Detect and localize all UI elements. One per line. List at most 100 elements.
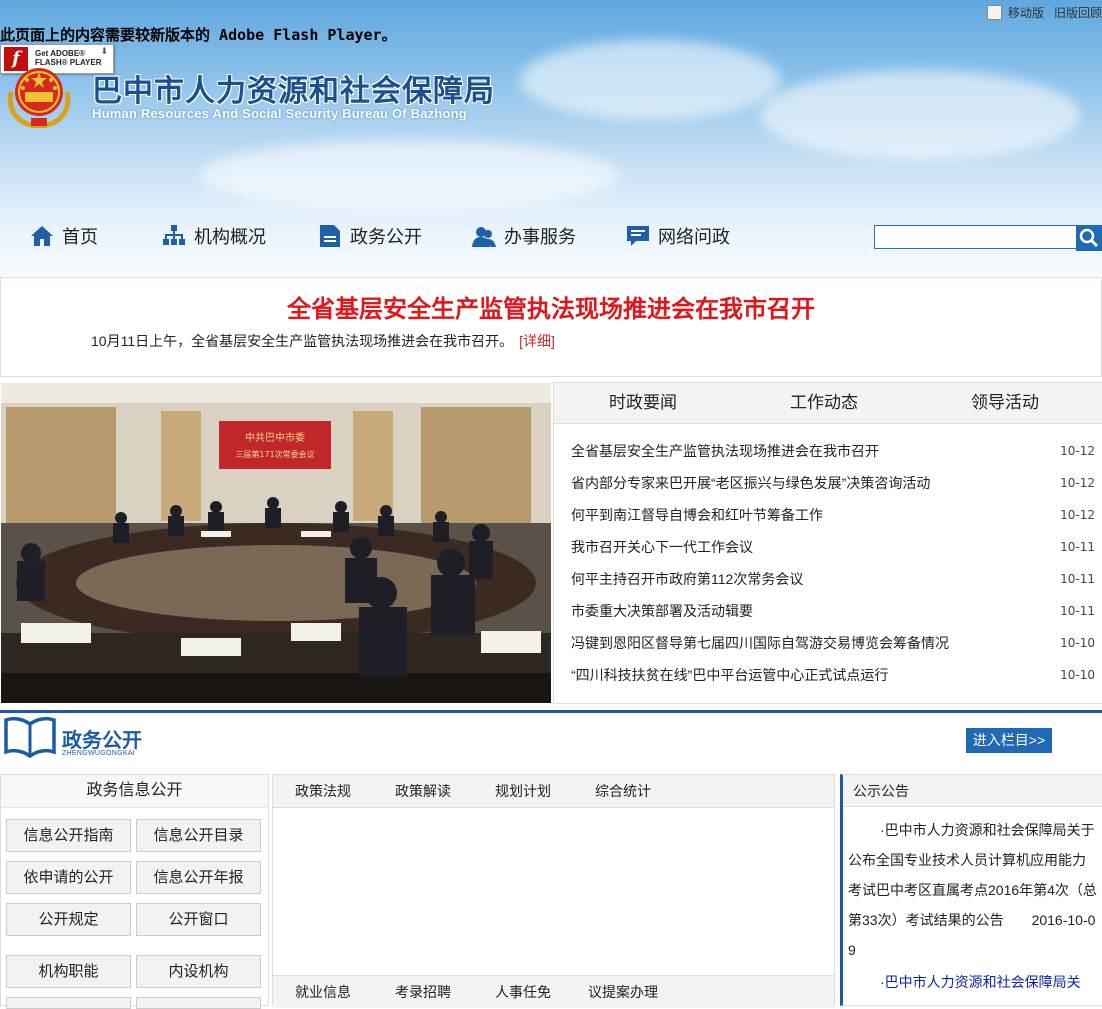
tab-proposals[interactable]: 议提案办理 <box>588 976 658 1008</box>
list-item[interactable]: 省内部分专家来巴开展“老区振兴与绿色发展”决策咨询活动 10-12 <box>571 471 1095 503</box>
cloud-decoration <box>760 70 1080 160</box>
tab-recruitment[interactable]: 考录招聘 <box>395 976 451 1008</box>
notice-panel: 公示公告 ·巴中市人力资源和社会保障局关于公布全国专业技术人员计算机应用能力考试… <box>840 774 1102 1006</box>
section-divider <box>0 710 1102 713</box>
search-input[interactable] <box>874 225 1078 249</box>
tab-policy-laws[interactable]: 政策法规 <box>295 775 351 807</box>
news-date: 10-12 <box>1060 508 1095 522</box>
headline-summary: 10月11日上午，全省基层安全生产监管执法现场推进会在我市召开。 [详细] <box>91 331 555 351</box>
info-guide-button[interactable]: 信息公开指南 <box>6 819 131 852</box>
list-item[interactable]: 何平到南江督导自博会和红叶节筹备工作 10-12 <box>571 503 1095 535</box>
news-title: 冯键到恩阳区督导第七届四川国际自驾游交易博览会筹备情况 <box>571 635 949 651</box>
search-icon <box>1079 228 1099 248</box>
nav-home[interactable]: 首页 <box>30 216 98 256</box>
nav-label: 机构概况 <box>194 227 266 247</box>
list-item[interactable]: 我市召开关心下一代工作会议 10-11 <box>571 535 1095 567</box>
public-window-button[interactable]: 公开窗口 <box>136 903 261 936</box>
mobile-icon <box>986 5 1002 20</box>
top-links: 移动版 旧版回顾 <box>986 4 1102 21</box>
notice-text: ·巴中市人力资源和社会保障局关 <box>880 974 1081 990</box>
tab-planning[interactable]: 规划计划 <box>495 775 551 807</box>
site-header: 此页面上的内容需要较新版本的 Adobe Flash Player。 f Get… <box>0 0 1102 278</box>
chat-icon <box>627 226 649 246</box>
enter-section-button[interactable]: 进入栏目>> <box>966 728 1052 753</box>
news-date: 10-12 <box>1060 476 1095 490</box>
cloud-decoration <box>520 40 780 120</box>
tab-work-updates[interactable]: 工作动态 <box>790 383 858 423</box>
meeting-photo-image: 中共巴中市委 三届第171次常委会议 <box>1 383 551 703</box>
search-button[interactable] <box>1076 225 1102 251</box>
regulations-button[interactable]: 公开规定 <box>6 903 131 936</box>
list-item[interactable]: 冯键到恩阳区督导第七届四川国际自驾游交易博览会筹备情况 10-10 <box>571 631 1095 663</box>
nav-label: 办事服务 <box>504 227 576 247</box>
info-catalog-button[interactable]: 信息公开目录 <box>136 819 261 852</box>
news-date: 10-10 <box>1060 668 1095 682</box>
news-title: 何平到南江督导自博会和红叶节筹备工作 <box>571 507 823 523</box>
cloud-decoration <box>200 140 620 210</box>
headline-box: 全省基层安全生产监管执法现场推进会在我市召开 10月11日上午，全省基层安全生产… <box>0 277 1102 377</box>
more-button[interactable] <box>6 997 131 1009</box>
nav-services[interactable]: 办事服务 <box>472 216 576 256</box>
headline-title[interactable]: 全省基层安全生产监管执法现场推进会在我市召开 <box>1 289 1101 324</box>
tab-leader-activities[interactable]: 领导活动 <box>971 383 1039 423</box>
news-date: 10-11 <box>1060 572 1095 586</box>
old-version-link[interactable]: 旧版回顾 <box>1054 4 1102 21</box>
departments-button[interactable]: 内设机构 <box>136 955 261 988</box>
section-title: 政务公开 <box>62 730 142 752</box>
list-item[interactable]: 何平主持召开市政府第112次常务会议 10-11 <box>571 567 1095 599</box>
nav-label: 首页 <box>62 227 98 247</box>
tab-employment[interactable]: 就业信息 <box>295 976 351 1008</box>
news-title: 全省基层安全生产监管执法现场推进会在我市召开 <box>571 443 879 459</box>
document-icon <box>320 225 340 247</box>
people-icon <box>472 227 496 247</box>
tab-policy-interpretation[interactable]: 政策解读 <box>395 775 451 807</box>
site-title: 巴中市人力资源和社会保障局 <box>92 75 495 108</box>
download-arrow-icon: ⬇ <box>100 46 108 56</box>
site-subtitle: Human Resources And Social Security Bure… <box>92 106 467 121</box>
notice-item[interactable]: ·巴中市人力资源和社会保障局关于公布全国专业技术人员计算机应用能力考试巴中考区直… <box>848 815 1098 965</box>
news-title: 市委重大决策部署及活动辑要 <box>571 603 753 619</box>
gov-info-title: 政务信息公开 <box>1 775 268 808</box>
headline-summary-text: 10月11日上午，全省基层安全生产监管执法现场推进会在我市召开。 <box>91 333 514 349</box>
news-tabs: 时政要闻 工作动态 领导活动 <box>554 383 1102 424</box>
list-item[interactable]: 全省基层安全生产监管执法现场推进会在我市召开 10-12 <box>571 439 1095 471</box>
list-item[interactable]: 市委重大决策部署及活动辑要 10-11 <box>571 599 1095 631</box>
policy-panel: 政策法规 政策解读 规划计划 综合统计 就业信息 考录招聘 人事任免 议提案办理 <box>272 774 835 1008</box>
annual-report-button[interactable]: 信息公开年报 <box>136 861 261 894</box>
org-chart-icon <box>163 225 185 245</box>
employment-tabs: 就业信息 考录招聘 人事任免 议提案办理 <box>273 975 834 1008</box>
nav-org-overview[interactable]: 机构概况 <box>162 216 266 256</box>
policy-tabs: 政策法规 政策解读 规划计划 综合统计 <box>273 775 834 808</box>
on-request-button[interactable]: 依申请的公开 <box>6 861 131 894</box>
news-date: 10-11 <box>1060 604 1095 618</box>
nav-gov-affairs[interactable]: 政务公开 <box>318 216 422 256</box>
headline-more-link[interactable]: [详细] <box>519 333 555 349</box>
open-book-icon <box>4 716 56 758</box>
news-list: 全省基层安全生产监管执法现场推进会在我市召开 10-12 省内部分专家来巴开展“老… <box>571 439 1095 695</box>
list-item[interactable]: “四川科技扶贫在线”巴中平台运管中心正式试点运行 10-10 <box>571 663 1095 695</box>
functions-button[interactable]: 机构职能 <box>6 955 131 988</box>
news-panel: 时政要闻 工作动态 领导活动 全省基层安全生产监管执法现场推进会在我市召开 10-… <box>553 382 1102 704</box>
tab-appointments[interactable]: 人事任免 <box>495 976 551 1008</box>
nav-online-inquiry[interactable]: 网络问政 <box>626 216 730 256</box>
news-photo[interactable]: 中共巴中市委 三届第171次常委会议 <box>1 383 551 703</box>
flash-required-message: 此页面上的内容需要较新版本的 Adobe Flash Player。 <box>0 26 397 44</box>
mobile-version-link[interactable]: 移动版 <box>1008 4 1044 21</box>
national-emblem-icon <box>7 68 71 128</box>
photo-banner-text-2: 三届第171次常委会议 <box>235 449 314 459</box>
news-title: 我市召开关心下一代工作会议 <box>571 539 753 555</box>
tab-statistics[interactable]: 综合统计 <box>595 775 651 807</box>
flash-badge-line1: Get ADOBE® <box>35 49 86 58</box>
home-icon <box>31 226 53 246</box>
news-date: 10-10 <box>1060 636 1095 650</box>
nav-label: 网络问政 <box>658 227 730 247</box>
nav-label: 政务公开 <box>350 227 422 247</box>
news-title: “四川科技扶贫在线”巴中平台运管中心正式试点运行 <box>571 667 889 683</box>
more-button[interactable] <box>136 997 261 1009</box>
notice-item[interactable]: ·巴中市人力资源和社会保障局关 <box>848 967 1098 997</box>
notice-title: 公示公告 <box>843 775 1102 807</box>
tab-current-affairs[interactable]: 时政要闻 <box>609 383 677 423</box>
news-title: 何平主持召开市政府第112次常务会议 <box>571 571 804 587</box>
news-title: 省内部分专家来巴开展“老区振兴与绿色发展”决策咨询活动 <box>571 475 931 491</box>
section-pinyin: ZHENGWUGONGKAI <box>62 750 136 757</box>
